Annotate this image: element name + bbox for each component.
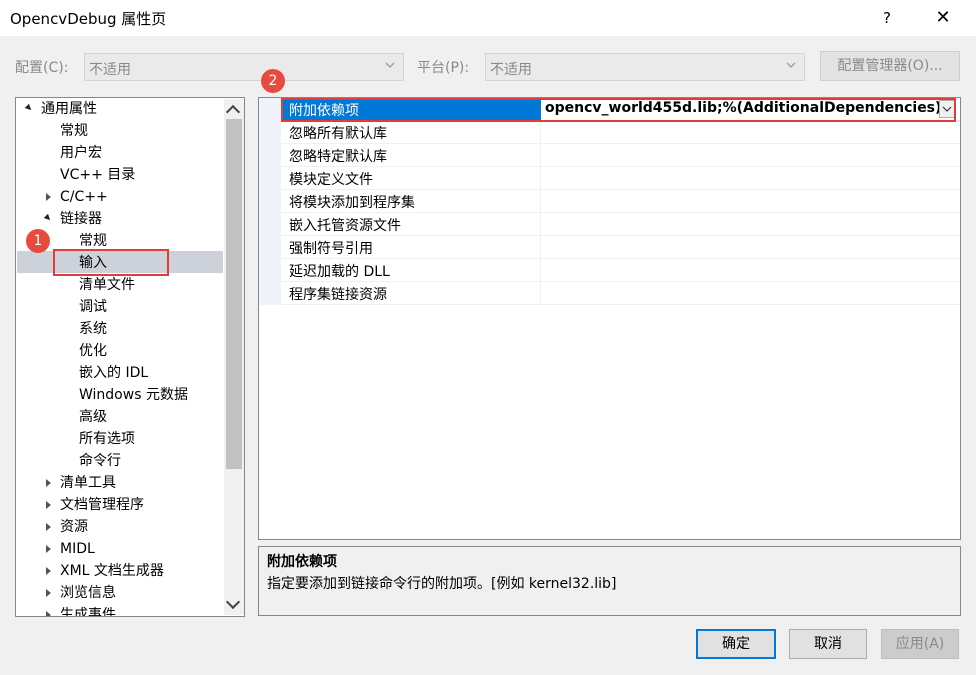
property-name: 模块定义文件 xyxy=(289,172,373,188)
platform-value: 不适用 xyxy=(490,62,532,78)
config-manager-button[interactable]: 配置管理器(O)... xyxy=(820,51,960,81)
platform-select[interactable]: 不适用 xyxy=(485,53,805,81)
tree-item-cpp[interactable]: C/C++ xyxy=(60,186,108,208)
property-row[interactable]: 将模块添加到程序集 xyxy=(259,190,960,213)
scroll-up-icon[interactable] xyxy=(225,104,241,120)
property-name: 忽略特定默认库 xyxy=(289,149,387,165)
expand-open-icon[interactable] xyxy=(24,103,34,113)
property-row[interactable]: 程序集链接资源 xyxy=(259,282,960,305)
tree-scrollbar[interactable] xyxy=(224,99,244,615)
property-row[interactable]: 模块定义文件 xyxy=(259,167,960,190)
tree-item-manifest-file[interactable]: 清单文件 xyxy=(79,274,135,296)
apply-button[interactable]: 应用(A) xyxy=(881,629,959,659)
step-badge-1: 1 xyxy=(26,229,50,253)
expand-closed-icon[interactable] xyxy=(46,479,51,487)
expand-closed-icon[interactable] xyxy=(46,567,51,575)
tree-item-windows-metadata[interactable]: Windows 元数据 xyxy=(79,384,188,406)
tree-item-midl[interactable]: MIDL xyxy=(60,538,95,560)
close-button[interactable]: ✕ xyxy=(920,0,966,36)
property-row[interactable]: 忽略特定默认库 xyxy=(259,144,960,167)
property-row[interactable]: 忽略所有默认库 xyxy=(259,121,960,144)
cancel-button[interactable]: 取消 xyxy=(789,629,867,659)
description-text: 指定要添加到链接命令行的附加项。[例如 kernel32.lib] xyxy=(267,576,617,592)
highlight-box-additional-dependencies xyxy=(281,98,956,122)
expand-closed-icon[interactable] xyxy=(46,589,51,597)
property-name: 将模块添加到程序集 xyxy=(289,195,415,211)
property-row[interactable]: 延迟加载的 DLL xyxy=(259,259,960,282)
description-panel: 附加依赖项 指定要添加到链接命令行的附加项。[例如 kernel32.lib] xyxy=(258,546,961,616)
tree-item-xml-doc-generator[interactable]: XML 文档生成器 xyxy=(60,560,164,582)
tree-item-linker[interactable]: 链接器 xyxy=(60,208,102,230)
tree-item-all-options[interactable]: 所有选项 xyxy=(79,428,135,450)
tree-item-user-macros[interactable]: 用户宏 xyxy=(60,142,102,164)
tree-item-command-line[interactable]: 命令行 xyxy=(79,450,121,472)
tree-item-advanced[interactable]: 高级 xyxy=(79,406,107,428)
platform-label: 平台(P): xyxy=(417,60,470,76)
chevron-down-icon xyxy=(786,62,796,68)
expand-closed-icon[interactable] xyxy=(46,545,51,553)
property-name: 程序集链接资源 xyxy=(289,287,387,303)
property-name: 延迟加载的 DLL xyxy=(289,264,390,280)
property-name: 强制符号引用 xyxy=(289,241,373,257)
config-value: 不适用 xyxy=(89,62,131,78)
expand-closed-icon[interactable] xyxy=(46,193,51,201)
property-tree[interactable]: 通用属性 常规 用户宏 VC++ 目录 C/C++ 链接器 常规 输入 清单文件… xyxy=(15,97,245,617)
tree-item-debugging[interactable]: 调试 xyxy=(79,296,107,318)
scroll-down-icon[interactable] xyxy=(225,594,241,610)
tree-item-manifest-tool[interactable]: 清单工具 xyxy=(60,472,116,494)
property-row[interactable]: 强制符号引用 xyxy=(259,236,960,259)
window-title: OpencvDebug 属性页 xyxy=(10,10,167,28)
title-bar: OpencvDebug 属性页 ? ✕ xyxy=(0,0,976,36)
property-grid[interactable]: 附加依赖项 opencv_world455d.lib;%(AdditionalD… xyxy=(258,97,961,540)
tree-item-embedded-idl[interactable]: 嵌入的 IDL xyxy=(79,362,148,384)
expand-closed-icon[interactable] xyxy=(46,501,51,509)
tree-item-vc-directories[interactable]: VC++ 目录 xyxy=(60,164,135,186)
tree-item-resources[interactable]: 资源 xyxy=(60,516,88,538)
highlight-box-input xyxy=(53,249,169,276)
tree-item-xdc[interactable]: 文档管理程序 xyxy=(60,494,144,516)
tree-item-system[interactable]: 系统 xyxy=(79,318,107,340)
tree-item-build-events[interactable]: 生成事件 xyxy=(60,604,116,616)
tree-item-common-properties[interactable]: 通用属性 xyxy=(41,98,97,120)
expand-open-icon[interactable] xyxy=(43,213,53,223)
tree-item-optimization[interactable]: 优化 xyxy=(79,340,107,362)
property-name: 忽略所有默认库 xyxy=(289,126,387,142)
config-label: 配置(C): xyxy=(15,60,69,76)
tree-item-general[interactable]: 常规 xyxy=(60,120,88,142)
description-title: 附加依赖项 xyxy=(267,554,337,570)
expand-closed-icon[interactable] xyxy=(46,523,51,531)
config-select[interactable]: 不适用 xyxy=(84,53,404,81)
tree-item-browse-info[interactable]: 浏览信息 xyxy=(60,582,116,604)
chevron-down-icon xyxy=(385,62,395,68)
property-name: 嵌入托管资源文件 xyxy=(289,218,401,234)
ok-button[interactable]: 确定 xyxy=(696,629,776,659)
scrollbar-thumb[interactable] xyxy=(226,119,242,469)
expand-closed-icon[interactable] xyxy=(46,611,51,616)
property-row[interactable]: 嵌入托管资源文件 xyxy=(259,213,960,236)
step-badge-2: 2 xyxy=(261,69,285,93)
help-button[interactable]: ? xyxy=(864,0,910,36)
